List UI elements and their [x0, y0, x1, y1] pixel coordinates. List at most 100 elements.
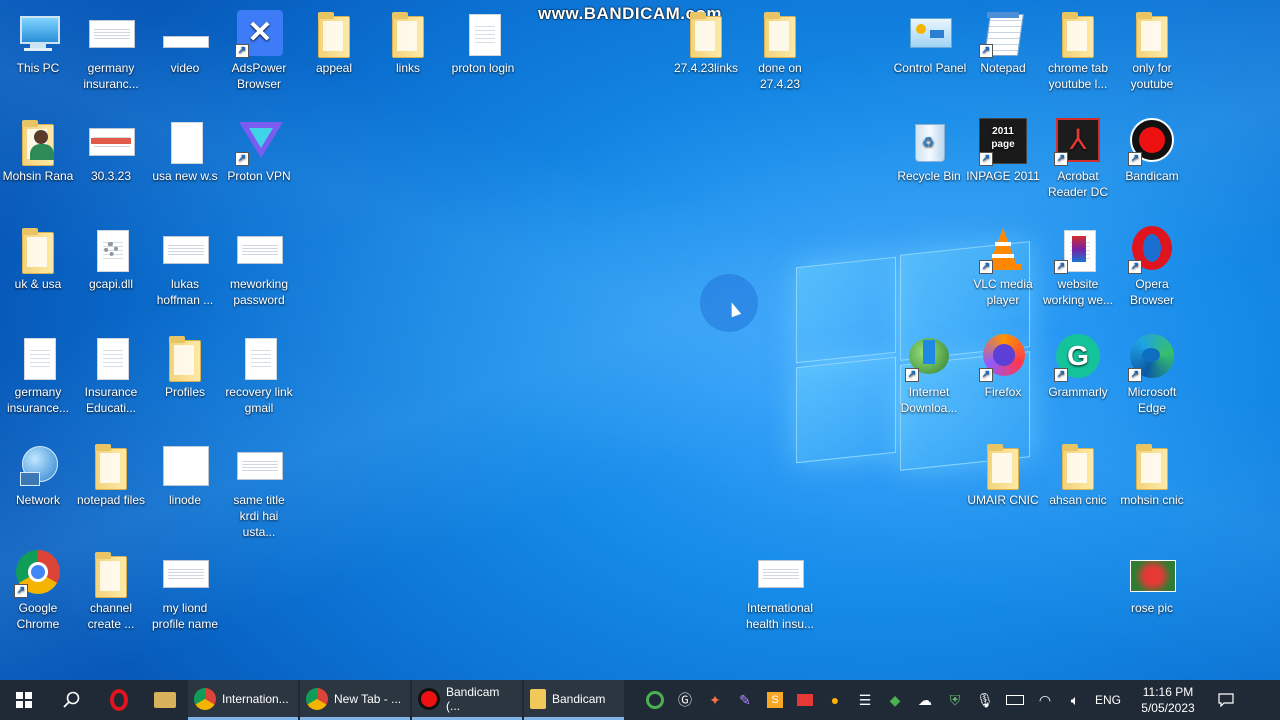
desktop-icon-lukas-hoffman[interactable]: lukas hoffman ...: [147, 222, 223, 308]
desktop-icon-grammarly[interactable]: G ↗ Grammarly: [1040, 330, 1116, 400]
document-thumbnail-icon: [161, 550, 209, 598]
microphone-icon[interactable]: 🎙︎: [970, 680, 1000, 720]
taskbar-app-bandicam-recorder[interactable]: Bandicam (...: [412, 680, 522, 720]
desktop-icon-control-panel[interactable]: Control Panel: [889, 6, 971, 76]
file-explorer-icon: [154, 692, 176, 708]
document-icon: [14, 334, 62, 382]
desktop-icon-internet-download-manager[interactable]: ↗ Internet Downloa...: [891, 330, 967, 416]
desktop-icon-recovery-link[interactable]: recovery link gmail: [221, 330, 297, 416]
desktop-icon-notepad[interactable]: ↗ Notepad: [965, 6, 1041, 76]
desktop-icon-this-pc[interactable]: This PC: [0, 6, 76, 76]
chrome-icon: ↗: [14, 550, 62, 598]
bandicam-tray-icon[interactable]: [790, 680, 820, 720]
desktop-icon-notepad-files[interactable]: notepad files: [73, 438, 149, 508]
desktop-icon-acrobat[interactable]: ⅄ ↗ Acrobat Reader DC: [1040, 114, 1116, 200]
language-indicator[interactable]: ENG: [1090, 680, 1126, 720]
chrome-icon: [306, 687, 328, 710]
taskbar-app-label: Bandicam: [552, 691, 606, 706]
clock[interactable]: 11:16 PM 5/05/2023: [1130, 684, 1206, 716]
edge-icon: ↗: [1128, 334, 1176, 382]
desktop-icon-channel-create[interactable]: channel create ...: [73, 546, 149, 632]
opera-icon: ↗: [1128, 226, 1176, 274]
desktop-icon-recycle-bin[interactable]: ♻ Recycle Bin: [891, 114, 967, 184]
layers-icon[interactable]: ☰: [850, 680, 880, 720]
desktop-icon-my-liond[interactable]: my liond profile name: [147, 546, 223, 632]
tray-network-app-icon[interactable]: ◆: [880, 680, 910, 720]
icon-label: 27.4.23links: [673, 61, 739, 75]
folder-icon: [310, 10, 358, 58]
taskbar-app-bandicam-folder[interactable]: Bandicam: [524, 680, 624, 720]
desktop-icon-microsoft-edge[interactable]: ↗ Microsoft Edge: [1114, 330, 1190, 416]
desktop-icon-uk-usa[interactable]: uk & usa: [0, 222, 76, 292]
desktop-icon-bandicam[interactable]: ↗ Bandicam: [1114, 114, 1190, 184]
desktop-icon-same-title[interactable]: same title krdi hai usta...: [221, 438, 297, 540]
tray-s-icon[interactable]: S: [760, 680, 790, 720]
folder-icon: [161, 334, 209, 382]
desktop-icon-links[interactable]: links: [370, 6, 446, 76]
opera-icon: [110, 689, 128, 711]
desktop-icon-gcapi[interactable]: gcapi.dll: [73, 222, 149, 292]
desktop-icon-insurance-education[interactable]: Insurance Educati...: [73, 330, 149, 416]
cloud-icon[interactable]: ☁: [910, 680, 940, 720]
desktop-icon-only-for-youtube[interactable]: only for youtube: [1114, 6, 1190, 92]
icon-label: Proton VPN: [227, 169, 291, 183]
desktop-icon-firefox[interactable]: ↗ Firefox: [965, 330, 1041, 400]
desktop-icon-usa-new[interactable]: usa new w.s: [147, 114, 223, 184]
shield-icon[interactable]: ⛨: [940, 680, 970, 720]
desktop-icon-appeal[interactable]: appeal: [296, 6, 372, 76]
notifications-button[interactable]: [1206, 680, 1246, 720]
desktop-icon-rose-pic[interactable]: rose pic: [1114, 546, 1190, 616]
folder-icon: [384, 10, 432, 58]
desktop-icon-website-working[interactable]: ↗ website working we...: [1040, 222, 1116, 308]
tray-app-icon[interactable]: ✦: [700, 680, 730, 720]
desktop-icon-mohsin-cnic[interactable]: mohsin cnic: [1114, 438, 1190, 508]
tray-circle-icon[interactable]: [640, 680, 670, 720]
feather-icon[interactable]: ✎: [730, 680, 760, 720]
icon-label: rose pic: [1130, 601, 1174, 615]
desktop-icon-germany-insurance-2[interactable]: germany insurance...: [0, 330, 76, 416]
taskbar-file-explorer[interactable]: [142, 680, 188, 720]
tray-orange-icon[interactable]: ●: [820, 680, 850, 720]
wifi-icon[interactable]: ◠: [1030, 680, 1060, 720]
desktop-icon-video[interactable]: video: [147, 6, 223, 76]
desktop-icon-meworking-password[interactable]: meworking password: [221, 222, 297, 308]
volume-icon[interactable]: 🔈︎: [1060, 680, 1090, 720]
desktop-icon-done-on[interactable]: done on 27.4.23: [742, 6, 818, 92]
desktop-icon-inpage[interactable]: 2011 page ↗ INPAGE 2011: [965, 114, 1041, 184]
document-thumbnail-icon: [235, 442, 283, 490]
desktop-icon-profiles[interactable]: Profiles: [147, 330, 223, 400]
desktop-icon-international-health[interactable]: International health insu...: [736, 546, 824, 632]
grammarly-tray-icon[interactable]: Ⓖ: [670, 680, 700, 720]
icon-label: Bandicam: [1125, 169, 1179, 183]
desktop-icon-network[interactable]: Network: [0, 438, 76, 508]
desktop-icon-linode[interactable]: linode: [147, 438, 223, 508]
desktop-icon-27-4-23-links[interactable]: 27.4.23links: [668, 6, 744, 76]
desktop-icon-opera[interactable]: ↗ Opera Browser: [1114, 222, 1190, 308]
desktop-icon-ahsan-cnic[interactable]: ahsan cnic: [1040, 438, 1116, 508]
desktop-icon-umair-cnic[interactable]: UMAIR CNIC: [965, 438, 1041, 508]
battery-icon[interactable]: [1000, 680, 1030, 720]
desktop-icon-mohsin-rana[interactable]: Mohsin Rana: [0, 114, 76, 184]
archive-file-icon: ↗: [1054, 226, 1102, 274]
icon-label: ahsan cnic: [1049, 493, 1107, 507]
icon-label: gcapi.dll: [88, 277, 134, 291]
start-button[interactable]: [0, 680, 48, 720]
image-thumbnail-icon: [1128, 550, 1176, 598]
desktop-icon-vlc[interactable]: ↗ VLC media player: [965, 222, 1041, 308]
desktop-icon-proton-vpn[interactable]: ↗ Proton VPN: [221, 114, 297, 184]
desktop-icon-adspower[interactable]: ✕ ↗ AdsPower Browser: [221, 6, 297, 92]
desktop-icon-google-chrome[interactable]: ↗ Google Chrome: [0, 546, 76, 632]
taskbar-app-chrome-new-tab[interactable]: New Tab - ...: [300, 680, 410, 720]
proton-vpn-icon: ↗: [235, 118, 283, 166]
icon-label: 30.3.23: [90, 169, 132, 183]
taskbar-opera[interactable]: [96, 680, 142, 720]
search-button[interactable]: [48, 680, 96, 720]
document-icon: [87, 334, 135, 382]
desktop-icon-chrome-tab-youtube[interactable]: chrome tab youtube l...: [1040, 6, 1116, 92]
document-thumbnail-icon: [161, 226, 209, 274]
desktop-icon-germany-insurance[interactable]: germany insuranc...: [73, 6, 149, 92]
taskbar-app-label: Bandicam (...: [446, 684, 500, 713]
taskbar-app-chrome-internation[interactable]: Internation...: [188, 680, 298, 720]
desktop-icon-proton-login[interactable]: proton login: [441, 6, 525, 76]
desktop-icon-30-3-23[interactable]: 30.3.23: [73, 114, 149, 184]
